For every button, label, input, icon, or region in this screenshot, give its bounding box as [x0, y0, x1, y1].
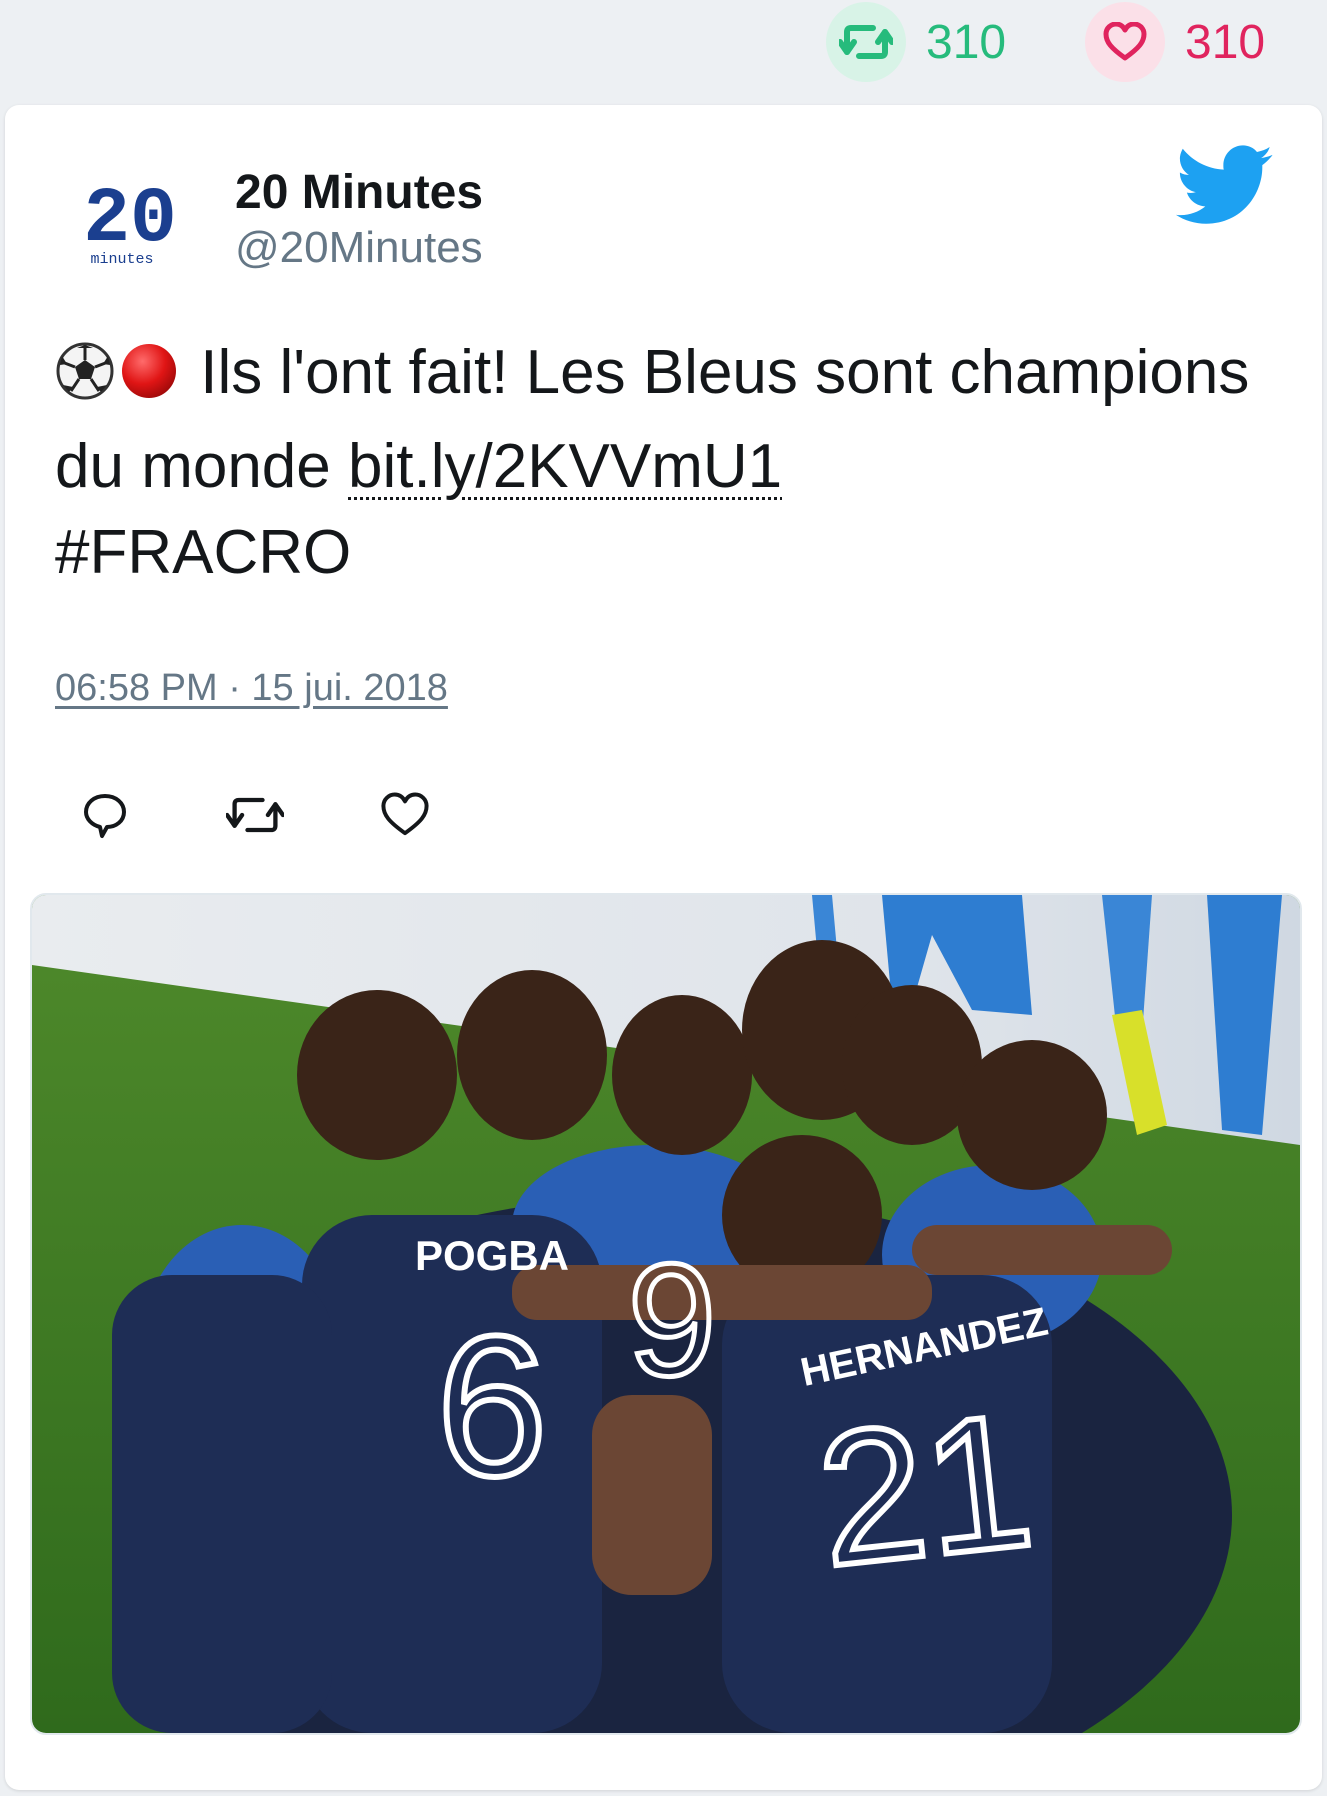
reply-icon[interactable] — [75, 785, 135, 845]
tweet-hashtag[interactable]: #FRACRO — [55, 518, 351, 587]
jersey-number-21: 21 — [809, 1374, 1041, 1607]
jersey-number-6: 6 — [436, 1295, 547, 1518]
like-action-icon[interactable] — [375, 785, 435, 845]
like-count: 310 — [1185, 15, 1266, 69]
tweet-stats-bar: 310 310 — [0, 0, 1327, 100]
red-circle-icon — [119, 338, 179, 424]
retweet-icon[interactable] — [826, 2, 906, 82]
20-minutes-logo: 20 minutes — [83, 176, 177, 268]
author-name[interactable]: 20 Minutes — [235, 165, 483, 220]
retweet-count: 310 — [926, 15, 1007, 69]
author-handle[interactable]: @20Minutes — [235, 223, 483, 273]
tweet-timestamp[interactable]: 06:58 PM · 15 jui. 2018 — [55, 667, 448, 710]
avatar[interactable]: 20 minutes — [55, 145, 205, 295]
tweet-media-image[interactable]: POGBA 6 9 HERNANDEZ 21 — [30, 893, 1302, 1735]
twitter-bird-icon[interactable] — [1175, 145, 1275, 232]
team-celebration-photo: POGBA 6 9 HERNANDEZ 21 — [32, 895, 1300, 1733]
jersey-name-pogba: POGBA — [415, 1232, 569, 1279]
svg-text:minutes: minutes — [90, 251, 153, 268]
tweet-link[interactable]: bit.ly/2KVVmU1 — [348, 432, 782, 501]
tweet-actions — [75, 785, 435, 845]
retweet-action-icon[interactable] — [225, 785, 285, 845]
heart-icon[interactable] — [1085, 2, 1165, 82]
retweet-stat[interactable]: 310 — [826, 2, 1006, 82]
tweet-card[interactable]: 20 minutes 20 Minutes @20Minutes Ils l'o… — [5, 105, 1322, 1790]
jersey-number-9: 9 — [628, 1230, 717, 1409]
tweet-text: Ils l'ont fait! Les Bleus sont champions… — [55, 330, 1275, 596]
soccer-ball-icon — [55, 338, 115, 424]
like-stat[interactable]: 310 — [1085, 2, 1265, 82]
